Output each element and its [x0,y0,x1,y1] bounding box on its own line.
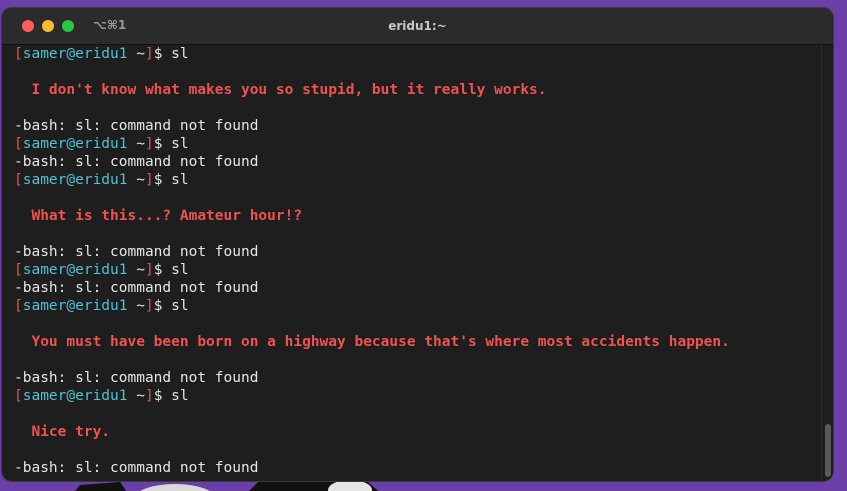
terminal-window: ⌥⌘1 eridu1:~ [samer@eridu1 ~]$ sl I don'… [2,8,833,481]
prompt-open-bracket: [ [14,298,23,314]
sudo-insult-message: I don't know what makes you so stupid, b… [14,81,820,99]
prompt-open-bracket: [ [14,46,23,62]
prompt-line: [samer@eridu1 ~]$ sl [14,297,820,315]
command-text: sl [171,298,189,314]
sudo-insult-message: Nice try. [14,423,820,441]
insult-text: What is this...? Amateur hour!? [14,208,303,224]
output-text: -bash: sl: command not found [14,370,259,386]
prompt-symbol: $ [153,46,172,62]
prompt-open-bracket: [ [14,136,23,152]
prompt-line: [samer@eridu1 ~]$ sl [14,387,820,405]
prompt-symbol: $ [153,172,172,188]
prompt-user-host: samer@eridu1 [22,388,128,404]
insult-text: Nice try. [14,424,111,440]
insult-text: I don't know what makes you so stupid, b… [14,82,547,98]
command-text: sl [171,172,189,188]
command-text: sl [171,46,189,62]
vertical-scrollbar[interactable] [821,45,833,481]
terminal-output[interactable]: [samer@eridu1 ~]$ sl I don't know what m… [2,45,820,481]
prompt-cwd: ~] [127,172,154,188]
desktop-background: ⌥⌘1 eridu1:~ [samer@eridu1 ~]$ sl I don'… [0,0,847,491]
sudo-insult-message: You must have been born on a highway bec… [14,333,820,351]
prompt-line: [samer@eridu1 ~]$ sl [14,171,820,189]
sudo-insult-message: What is this...? Amateur hour!? [14,207,820,225]
prompt-line: [samer@eridu1 ~]$ sl [14,135,820,153]
prompt-symbol: $ [153,136,172,152]
command-output: -bash: sl: command not found [14,459,820,477]
command-output: -bash: sl: command not found [14,243,820,261]
output-text: -bash: sl: command not found [14,460,259,476]
output-text: -bash: sl: command not found [14,244,259,260]
output-text: -bash: sl: command not found [14,118,259,134]
prompt-symbol: $ [153,298,172,314]
prompt-cwd: ~] [127,388,154,404]
command-text: sl [171,262,189,278]
output-text: -bash: sl: command not found [14,280,259,296]
prompt-symbol: $ [153,262,172,278]
command-output: -bash: sl: command not found [14,153,820,171]
command-output: -bash: sl: command not found [14,117,820,135]
insult-text: You must have been born on a highway bec… [14,334,730,350]
output-text: -bash: sl: command not found [14,154,259,170]
prompt-user-host: samer@eridu1 [22,262,128,278]
prompt-user-host: samer@eridu1 [22,46,128,62]
prompt-user-host: samer@eridu1 [22,136,128,152]
command-text: sl [171,136,189,152]
prompt-cwd: ~] [127,262,154,278]
prompt-open-bracket: [ [14,262,23,278]
prompt-cwd: ~] [127,136,154,152]
prompt-cwd: ~] [127,46,154,62]
prompt-open-bracket: [ [14,388,23,404]
prompt-line: [samer@eridu1 ~]$ sl [14,261,820,279]
title-bar[interactable]: ⌥⌘1 eridu1:~ [2,8,833,45]
command-output: -bash: sl: command not found [14,279,820,297]
prompt-user-host: samer@eridu1 [22,298,128,314]
command-output: -bash: sl: command not found [14,369,820,387]
window-title: eridu1:~ [388,19,447,33]
prompt-line: [samer@eridu1 ~]$ sl [14,45,820,63]
prompt-symbol: $ [153,388,172,404]
prompt-user-host: samer@eridu1 [22,172,128,188]
scrollbar-thumb[interactable] [825,424,831,477]
command-text: sl [171,388,189,404]
prompt-open-bracket: [ [14,172,23,188]
prompt-cwd: ~] [127,298,154,314]
